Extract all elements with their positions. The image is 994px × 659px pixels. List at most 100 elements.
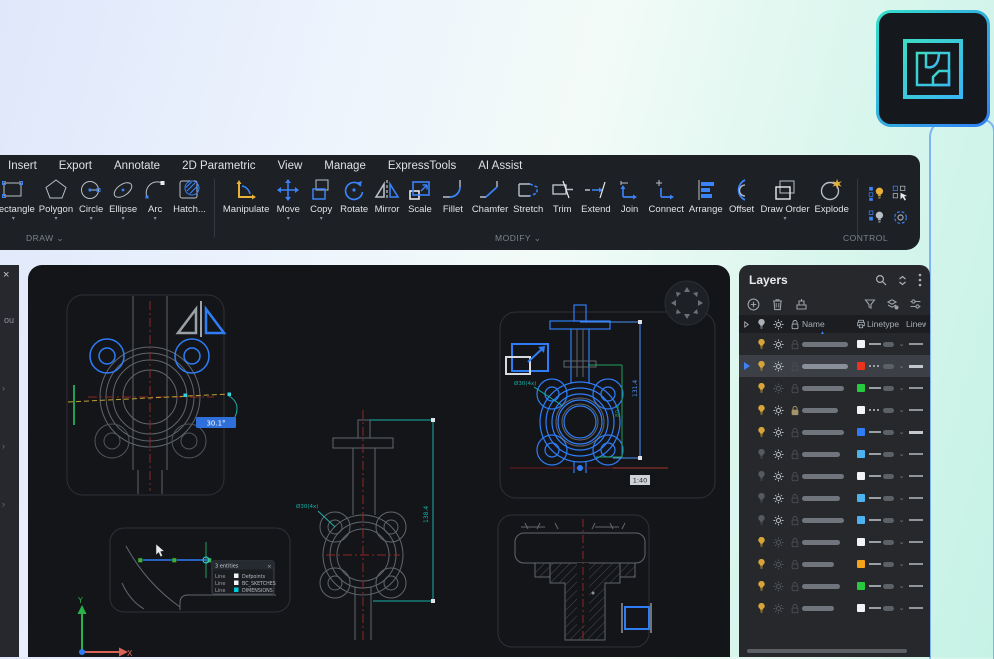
linetype-dropdown-icon[interactable]: ⌄ [897, 362, 906, 370]
caret-down-icon[interactable]: ▾ [784, 216, 787, 222]
layer-lineweight-sample[interactable] [906, 519, 926, 521]
layer-visibility-bulb-icon[interactable] [753, 426, 770, 438]
layer-row[interactable]: ⌄ [739, 531, 930, 553]
menu-tab-ai-assist[interactable]: AI Assist [478, 160, 522, 172]
add-layer-icon[interactable] [747, 298, 760, 311]
layer-row[interactable]: ⌄ [739, 509, 930, 531]
layer-visibility-bulb-icon[interactable] [753, 404, 770, 416]
chevron-right-icon[interactable]: › [2, 441, 5, 451]
on-off-column-header[interactable] [753, 318, 770, 330]
layer-off-icon[interactable] [866, 207, 886, 227]
layer-lineweight-sample[interactable] [906, 563, 926, 565]
tool-arc[interactable]: Arc▾ [139, 177, 171, 222]
layer-visibility-bulb-icon[interactable] [753, 338, 770, 350]
linetype-dropdown-icon[interactable]: ⌄ [897, 384, 906, 392]
layer-freeze-sun-icon[interactable] [770, 427, 787, 438]
layer-lineweight-sample[interactable] [906, 387, 926, 389]
layer-freeze-sun-icon[interactable] [770, 581, 787, 592]
layer-freeze-sun-icon[interactable] [770, 471, 787, 482]
tool-hatch-[interactable]: Hatch... [171, 177, 208, 222]
layer-color-swatch[interactable] [854, 538, 867, 546]
linetype-dropdown-icon[interactable]: ⌄ [897, 428, 906, 436]
plot-column-header[interactable] [854, 319, 867, 329]
layer-row[interactable]: ⌄ [739, 355, 930, 377]
layer-lock-icon[interactable] [787, 471, 802, 482]
layer-on-icon[interactable] [866, 183, 886, 203]
layer-visibility-bulb-icon[interactable] [753, 360, 770, 372]
search-icon[interactable] [875, 274, 887, 286]
layer-freeze-sun-icon[interactable] [770, 537, 787, 548]
layer-freeze-sun-icon[interactable] [770, 449, 787, 460]
layer-lock-icon[interactable] [787, 515, 802, 526]
layer-freeze-sun-icon[interactable] [770, 603, 787, 614]
lineweight-column-header[interactable]: Linew [906, 319, 926, 329]
layer-visibility-bulb-icon[interactable] [753, 558, 770, 570]
layer-row[interactable]: ⌄ [739, 443, 930, 465]
layer-lineweight-sample[interactable] [906, 343, 926, 345]
layer-visibility-bulb-icon[interactable] [753, 470, 770, 482]
layer-color-swatch[interactable] [854, 604, 867, 612]
layer-visibility-bulb-icon[interactable] [753, 382, 770, 394]
layer-row[interactable]: ⌄ [739, 421, 930, 443]
close-icon[interactable]: × [3, 269, 9, 281]
tool-offset[interactable]: Offset [726, 177, 758, 222]
layer-row[interactable]: ⌄ [739, 487, 930, 509]
drawing-front-view[interactable]: Ø30(4x) 138.4 [296, 410, 435, 643]
layer-row[interactable]: ⌄ [739, 399, 930, 421]
layer-color-swatch[interactable] [854, 450, 867, 458]
caret-down-icon[interactable]: ▾ [12, 216, 15, 222]
menu-tab-expresstools[interactable]: ExpressTools [388, 160, 456, 172]
tool-rectangle[interactable]: Rectangle▾ [0, 177, 37, 222]
layer-freeze-sun-icon[interactable] [770, 339, 787, 350]
tool-rotate[interactable]: Rotate [338, 177, 370, 222]
tool-ellipse[interactable]: Ellipse▾ [107, 177, 139, 222]
layer-row[interactable]: ⌄ [739, 597, 930, 619]
menu-tab-export[interactable]: Export [59, 160, 92, 172]
layer-visibility-bulb-icon[interactable] [753, 536, 770, 548]
tool-trim[interactable]: Trim [546, 177, 578, 222]
tool-arrange[interactable]: Arrange [687, 177, 725, 222]
menu-tab-2d-parametric[interactable]: 2D Parametric [182, 160, 256, 172]
select-similar-icon[interactable] [890, 183, 910, 203]
layer-lock-icon[interactable] [787, 559, 802, 570]
layer-lineweight-sample[interactable] [906, 475, 926, 477]
layer-lineweight-sample[interactable] [906, 585, 926, 587]
isolate-icon[interactable] [890, 207, 910, 227]
tool-move[interactable]: Move▾ [272, 177, 304, 222]
layer-lock-icon[interactable] [787, 405, 802, 416]
menu-tab-insert[interactable]: Insert [8, 160, 37, 172]
layer-lock-icon[interactable] [787, 361, 802, 372]
layer-visibility-bulb-icon[interactable] [753, 602, 770, 614]
layer-lineweight-sample[interactable] [906, 607, 926, 609]
layer-lineweight-sample[interactable] [906, 409, 926, 411]
tool-draw-order[interactable]: Draw Order▾ [759, 177, 812, 222]
horizontal-scrollbar[interactable] [747, 649, 907, 653]
tool-scale[interactable]: Scale [404, 177, 436, 222]
layer-freeze-sun-icon[interactable] [770, 383, 787, 394]
layer-lock-icon[interactable] [787, 449, 802, 460]
draw-group-label[interactable]: DRAW ⌄ [26, 233, 64, 244]
layer-states-icon[interactable] [886, 298, 899, 310]
linetype-dropdown-icon[interactable]: ⌄ [897, 604, 906, 612]
layer-row[interactable]: ⌄ [739, 465, 930, 487]
tool-copy[interactable]: Copy▾ [305, 177, 337, 222]
tool-explode[interactable]: Explode [813, 177, 851, 222]
layer-color-swatch[interactable] [854, 516, 867, 524]
layer-lock-icon[interactable] [787, 603, 802, 614]
caret-down-icon[interactable]: ▾ [122, 216, 125, 222]
layer-color-swatch[interactable] [854, 362, 867, 370]
lock-column-header[interactable] [787, 319, 802, 330]
tool-mirror[interactable]: Mirror [371, 177, 403, 222]
layer-visibility-bulb-icon[interactable] [753, 448, 770, 460]
layer-color-swatch[interactable] [854, 428, 867, 436]
linetype-dropdown-icon[interactable]: ⌄ [897, 472, 906, 480]
layer-color-swatch[interactable] [854, 472, 867, 480]
layer-lineweight-sample[interactable] [906, 453, 926, 455]
kebab-menu-icon[interactable] [918, 273, 922, 287]
tool-circle[interactable]: Circle▾ [75, 177, 107, 222]
tool-connect[interactable]: Connect [647, 177, 686, 222]
layer-row[interactable]: ⌄ [739, 575, 930, 597]
layer-visibility-bulb-icon[interactable] [753, 492, 770, 504]
layer-lock-icon[interactable] [787, 537, 802, 548]
layer-color-swatch[interactable] [854, 384, 867, 392]
